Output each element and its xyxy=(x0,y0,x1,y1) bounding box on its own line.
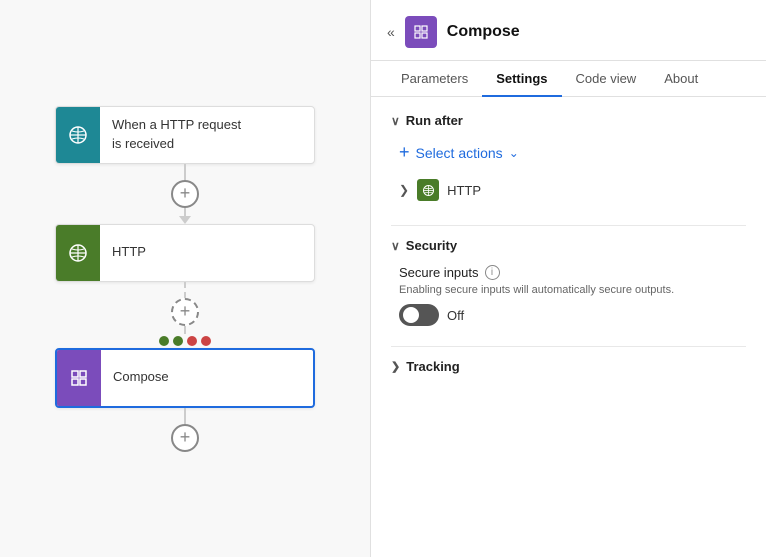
http-item-label: HTTP xyxy=(447,183,481,198)
http-item-icon xyxy=(417,179,439,201)
step-http-request[interactable]: When a HTTP requestis received xyxy=(55,106,315,164)
step-compose-icon xyxy=(57,350,101,406)
line-2 xyxy=(184,208,186,216)
tab-code-view[interactable]: Code view xyxy=(562,61,651,96)
secure-inputs-hint: Enabling secure inputs will automaticall… xyxy=(399,284,746,296)
tracking-section: ❯ Tracking xyxy=(391,359,746,374)
http-run-after-item: ❯ HTTP xyxy=(399,175,746,205)
security-label: Security xyxy=(406,238,457,253)
panel-title: Compose xyxy=(447,23,520,41)
tab-about[interactable]: About xyxy=(650,61,712,96)
panel-header: « Compose xyxy=(371,0,766,61)
workflow-canvas: When a HTTP requestis received + HTTP xyxy=(0,0,370,557)
add-step-1[interactable]: + xyxy=(171,180,199,208)
run-after-header[interactable]: ∨ Run after xyxy=(391,113,746,128)
tracking-expand-icon: ❯ xyxy=(391,360,400,373)
line-5 xyxy=(184,408,186,424)
tab-settings[interactable]: Settings xyxy=(482,61,561,96)
toggle-knob xyxy=(403,307,419,323)
right-panel: « Compose Parameters Settings Code view … xyxy=(371,0,766,557)
panel-tabs: Parameters Settings Code view About xyxy=(371,61,766,97)
step-http-icon xyxy=(56,225,100,281)
tab-parameters[interactable]: Parameters xyxy=(387,61,482,96)
connector-1: + xyxy=(171,164,199,224)
section-divider-2 xyxy=(391,346,746,347)
secure-inputs-row: Secure inputs i xyxy=(399,265,746,280)
security-body: Secure inputs i Enabling secure inputs w… xyxy=(391,265,746,326)
panel-content: ∨ Run after + Select actions ⌄ ❯ xyxy=(371,97,766,557)
dot-2 xyxy=(173,336,183,346)
add-step-2[interactable]: + xyxy=(171,298,199,326)
secure-inputs-label: Secure inputs xyxy=(399,265,479,280)
section-divider-1 xyxy=(391,225,746,226)
select-actions-plus-icon: + xyxy=(399,142,410,163)
security-header[interactable]: ∨ Security xyxy=(391,238,746,253)
step-http-request-icon xyxy=(56,107,100,163)
step-http-request-label: When a HTTP requestis received xyxy=(100,108,253,160)
select-actions-label: Select actions xyxy=(416,145,503,161)
run-after-toggle-icon: ∨ xyxy=(391,114,400,128)
arrow-1 xyxy=(179,216,191,224)
step-compose-label: Compose xyxy=(101,360,181,394)
status-dots xyxy=(159,336,211,346)
http-expand-icon[interactable]: ❯ xyxy=(399,183,409,197)
run-after-label: Run after xyxy=(406,113,463,128)
secure-inputs-toggle-row: Off xyxy=(399,304,746,326)
dot-1 xyxy=(159,336,169,346)
add-step-3[interactable]: + xyxy=(171,424,199,452)
line-3 xyxy=(184,282,186,298)
step-http-label: HTTP xyxy=(100,235,158,269)
select-actions-chevron-icon: ⌄ xyxy=(509,146,519,160)
panel-collapse-icon[interactable]: « xyxy=(387,24,395,40)
dot-4 xyxy=(201,336,211,346)
run-after-body: + Select actions ⌄ ❯ xyxy=(391,140,746,205)
line-4 xyxy=(184,326,186,334)
workflow-steps: When a HTTP requestis received + HTTP xyxy=(55,106,315,452)
secure-inputs-toggle[interactable] xyxy=(399,304,439,326)
step-http[interactable]: HTTP xyxy=(55,224,315,282)
line-1 xyxy=(184,164,186,180)
toggle-off-label: Off xyxy=(447,308,464,323)
tracking-header[interactable]: ❯ Tracking xyxy=(391,359,746,374)
security-section: ∨ Security Secure inputs i Enabling secu… xyxy=(391,238,746,326)
dot-3 xyxy=(187,336,197,346)
run-after-section: ∨ Run after + Select actions ⌄ ❯ xyxy=(391,113,746,205)
step-compose[interactable]: Compose xyxy=(55,348,315,408)
connector-3: + xyxy=(171,408,199,452)
compose-header-icon xyxy=(405,16,437,48)
select-actions-button[interactable]: + Select actions ⌄ xyxy=(399,140,746,165)
tracking-label: Tracking xyxy=(406,359,459,374)
connector-2: + xyxy=(171,282,199,334)
security-toggle-icon: ∨ xyxy=(391,239,400,253)
secure-inputs-info-icon[interactable]: i xyxy=(485,265,500,280)
